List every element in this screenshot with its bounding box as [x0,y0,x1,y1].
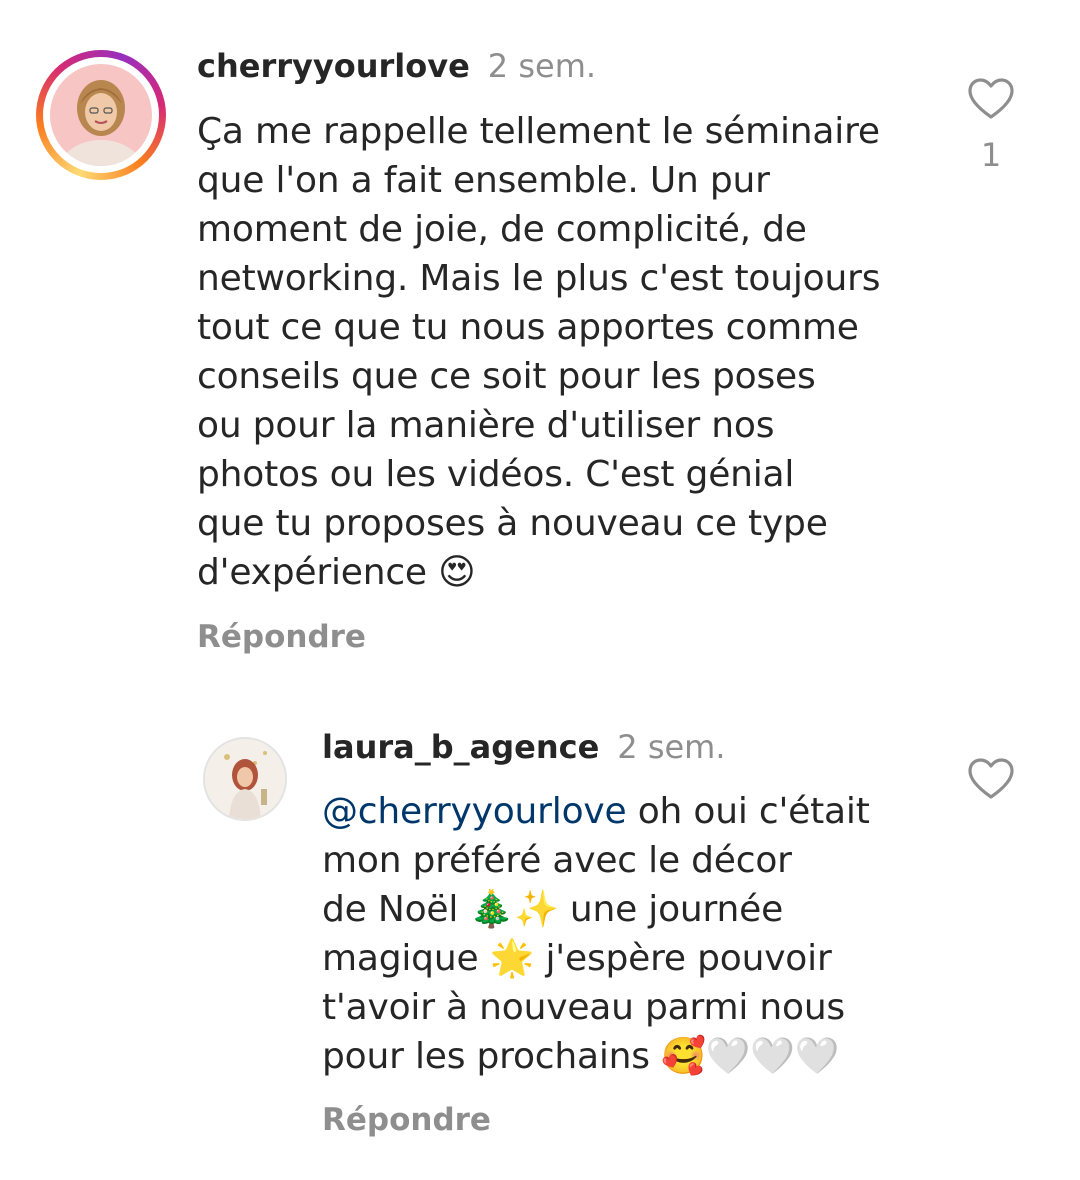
username[interactable]: laura_b_agence [322,728,599,766]
avatar[interactable] [203,737,287,821]
like-button[interactable] [966,756,1016,800]
timestamp: 2 sem. [487,47,597,85]
timestamp: 2 sem. [617,728,726,766]
avatar [50,64,152,166]
like-button[interactable] [966,76,1016,120]
comment-cherryyourlove: cherryyourlove 2 sem. Ça me rappelle tell… [0,0,1080,680]
comment-header: laura_b_agence 2 sem. [322,727,726,767]
like-count: 1 [980,136,1002,174]
comment-header: cherryyourlove 2 sem. [197,46,596,86]
avatar-story-ring[interactable] [36,50,166,180]
mention-link[interactable]: @cherryyourlove [322,791,627,832]
username[interactable]: cherryyourlove [197,47,470,85]
heart-outline-icon [968,758,1014,799]
reply-button[interactable]: Répondre [322,1100,491,1140]
heart-outline-icon [968,78,1014,119]
reply-button[interactable]: Répondre [197,617,366,657]
comment-body: oh oui c'était mon préféré avec le décor… [322,791,870,1077]
comment-text: Ça me rappelle tellement le séminaire qu… [197,111,881,593]
comment-text: @cherryyourlove oh oui c'était mon préfé… [322,787,942,1081]
comment-laura-b-agence: laura_b_agence 2 sem. @cherryyourlove oh … [0,680,1080,1180]
